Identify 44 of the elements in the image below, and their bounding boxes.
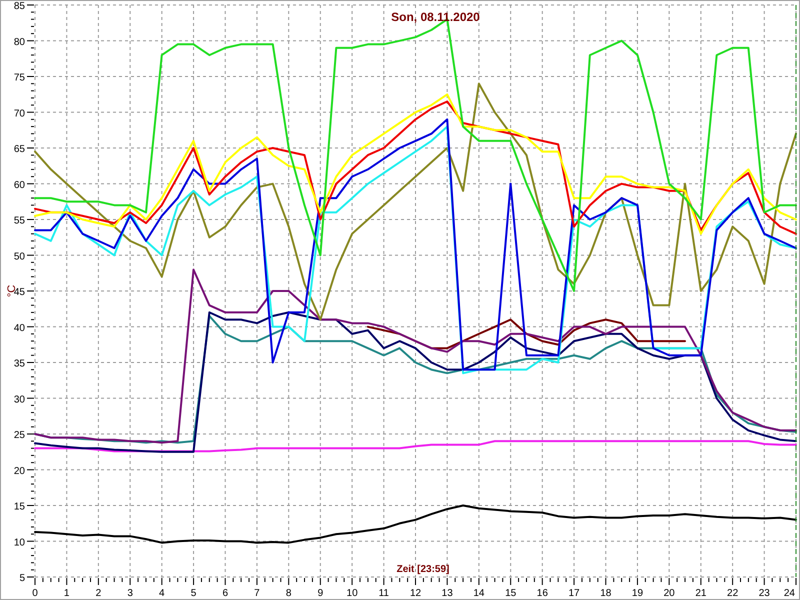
axis-tick-label: 4 [159,588,165,599]
axis-tick-label: 75 [14,72,25,84]
axis-tick-label: 70 [14,108,25,120]
axis-tick-label: 3 [127,588,133,599]
axis-tick-label: 12 [410,588,422,599]
axis-tick-label: 60 [14,180,25,191]
axis-tick-label: 80 [14,36,25,48]
axis-tick-label: 45 [14,287,25,298]
axis-tick-label: 15 [14,502,25,512]
axis-tick-label: 2 [96,588,102,599]
axis-tick-label: 25 [14,430,25,441]
axis-tick-label: 5 [19,573,25,584]
axis-tick-label: 10 [14,537,25,548]
axis-tick-label: 50 [14,251,25,262]
axis-tick-label: 13 [442,588,453,599]
axis-tick-label: 85 [14,1,25,12]
axis-tick-label: 7 [254,588,260,599]
axis-tick-label: 8 [286,588,292,599]
axis-tick-label: 30 [14,394,25,406]
axis-tick-label: 9 [318,588,324,599]
axis-tick-label: 10 [346,588,358,599]
axis-tick-label: 6 [222,588,228,599]
axis-tick-label: 24 [784,588,795,599]
axis-tick-label: 11 [378,588,389,599]
axis-tick-label: 17 [568,588,580,599]
axis-tick-label: 55 [14,216,25,226]
axis-tick-label: 1 [64,588,70,599]
axis-tick-label: 16 [536,588,548,599]
axis-tick-label: 18 [600,588,612,599]
axis-tick-label: 15 [505,588,516,599]
axis-tick-label: 40 [14,322,25,334]
axis-tick-label: 22 [727,588,738,599]
axis-tick-label: 21 [695,588,706,599]
axis-tick-label: 20 [664,588,675,599]
axis-tick-label: 65 [14,144,25,155]
axis-tick-label: 14 [473,588,484,599]
x-axis-label: Zeit [23:59] [396,564,450,575]
axis-tick-label: 20 [14,466,25,477]
axis-tick-label: 35 [14,358,25,370]
axis-tick-label: 5 [190,588,196,599]
axis-tick-label: 23 [758,588,770,599]
axis-tick-label: 0 [32,588,38,599]
axis-tick-label: 19 [632,588,644,599]
chart-title: Son, 08.11.2020 [391,10,480,24]
